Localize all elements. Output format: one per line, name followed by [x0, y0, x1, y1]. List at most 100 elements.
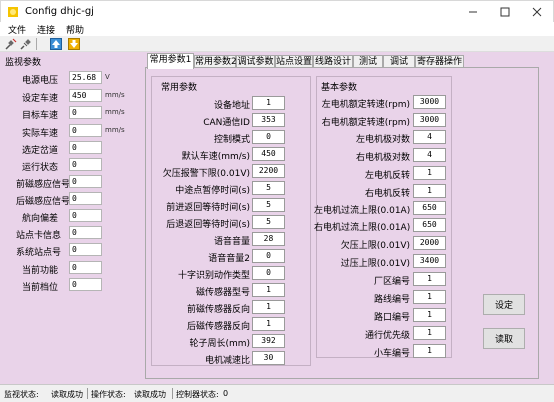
monitor-value-branch: 0	[69, 141, 102, 154]
param-input-voice-volume-2[interactable]: 0	[252, 249, 285, 263]
status-separator	[172, 388, 173, 399]
read-button[interactable]: 读取	[483, 328, 525, 349]
monitor-value-rear-mag: 0	[69, 192, 102, 205]
param-input-gear-ratio[interactable]: 30	[252, 351, 285, 365]
param-input-midpoint-pause[interactable]: 5	[252, 181, 285, 195]
param-label: 右电机过流上限(0.01A)	[314, 223, 411, 233]
minimize-button[interactable]	[457, 1, 489, 23]
param-label: 控制模式	[213, 135, 250, 145]
window-title: Config dhjc-gj	[25, 6, 94, 17]
upload-icon	[50, 38, 62, 50]
param-input-voice-volume[interactable]: 28	[252, 232, 285, 246]
param-input-mag-sensor-model[interactable]: 1	[252, 283, 285, 297]
param-label: 设备地址	[213, 101, 250, 111]
monitor-unit: V	[105, 73, 110, 81]
param-label: CAN通信ID	[203, 118, 250, 128]
monitor-panel-title: 监视参数	[5, 58, 42, 68]
toolbar-separator	[36, 38, 37, 50]
monitor-value-set-speed: 450	[69, 89, 102, 102]
param-label: 右电机额定转速(rpm)	[321, 118, 410, 128]
close-button[interactable]	[521, 1, 553, 23]
plug-connect-icon	[5, 38, 17, 50]
param-label: 语音音量	[213, 237, 250, 247]
monitor-value-run-state: 0	[69, 158, 102, 171]
monitor-value-function: 0	[69, 261, 102, 274]
minimize-icon	[469, 11, 477, 13]
param-label: 右电机极对数	[355, 153, 410, 163]
monitor-label: 电源电压	[22, 76, 59, 86]
param-input-forward-wait[interactable]: 5	[252, 198, 285, 212]
monitor-status-value: 读取成功	[51, 390, 83, 399]
param-input-backward-wait[interactable]: 5	[252, 215, 285, 229]
param-label: 语音音量2	[208, 254, 250, 264]
param-label: 轮子周长(mm)	[189, 339, 250, 349]
basic-params-title: 基本参数	[321, 83, 358, 93]
app-icon	[8, 7, 18, 17]
param-input-rear-mag-reverse[interactable]: 1	[252, 317, 285, 331]
controller-status-label: 控制器状态:	[176, 390, 219, 399]
controller-status-value: 0	[223, 389, 229, 398]
operation-status-value: 读取成功	[134, 390, 166, 399]
monitor-label: 站点卡信息	[16, 231, 62, 241]
param-input-cross-action[interactable]: 0	[252, 266, 285, 280]
monitor-label: 当前档位	[22, 283, 59, 293]
disconnect-button[interactable]	[20, 38, 32, 50]
param-input-left-motor-reverse[interactable]: 1	[413, 166, 446, 180]
monitor-value-station-no: 0	[69, 243, 102, 256]
param-label: 十字识别动作类型	[177, 271, 250, 281]
param-input-control-mode[interactable]: 0	[252, 130, 285, 144]
param-input-left-motor-poles[interactable]: 4	[413, 130, 446, 144]
param-input-right-motor-reverse[interactable]: 1	[413, 184, 446, 198]
monitor-unit: mm/s	[105, 91, 125, 99]
param-label: 过压上限(0.01V)	[340, 259, 410, 269]
param-input-undervolt-limit[interactable]: 2000	[413, 236, 446, 250]
monitor-value-gear: 0	[69, 278, 102, 291]
toolbar	[0, 36, 554, 52]
monitor-unit: mm/s	[105, 108, 125, 116]
param-label: 路线编号	[373, 295, 410, 305]
param-input-route-no[interactable]: 1	[413, 290, 446, 304]
param-input-vehicle-no[interactable]: 1	[413, 344, 446, 358]
param-input-device-address[interactable]: 1	[252, 96, 285, 110]
param-input-left-overcurrent[interactable]: 650	[413, 201, 446, 215]
monitor-label: 实际车速	[22, 129, 59, 139]
param-input-right-overcurrent[interactable]: 650	[413, 218, 446, 232]
tab-common-params-1[interactable]: 常用参数1	[147, 53, 194, 69]
param-label: 通行优先级	[364, 331, 410, 341]
param-input-overvolt-limit[interactable]: 3400	[413, 254, 446, 268]
tab-panel-common-params-1: 常用参数 设备地址 1 CAN通信ID 353 控制模式 0 默认车速(mm/s…	[145, 67, 539, 379]
monitor-label: 系统站点号	[16, 248, 62, 258]
status-bar: 监视状态: 读取成功 操作状态: 读取成功 控制器状态: 0	[0, 384, 554, 402]
param-input-right-motor-poles[interactable]: 4	[413, 148, 446, 162]
param-input-junction-no[interactable]: 1	[413, 308, 446, 322]
main-client-area: 监视参数 电源电压 25.68 V 设定车速 450 mm/s 目标车速 0 m…	[0, 52, 554, 384]
menu-help[interactable]: 帮助	[66, 23, 84, 36]
monitor-label: 运行状态	[22, 163, 59, 173]
download-button[interactable]	[68, 38, 80, 50]
menu-file[interactable]: 文件	[8, 23, 26, 36]
param-input-left-motor-rpm[interactable]: 3000	[413, 95, 446, 109]
param-input-undervolt-alarm[interactable]: 2200	[252, 164, 285, 178]
param-input-default-speed[interactable]: 450	[252, 147, 285, 161]
operation-status-label: 操作状态:	[91, 390, 126, 399]
param-input-wheel-circumference[interactable]: 392	[252, 334, 285, 348]
monitor-label: 选定岔道	[22, 146, 59, 156]
set-button[interactable]: 设定	[483, 294, 525, 315]
param-label: 前磁传感器反向	[186, 305, 250, 315]
monitor-unit: mm/s	[105, 126, 125, 134]
param-label: 左电机反转	[364, 171, 410, 181]
param-input-front-mag-reverse[interactable]: 1	[252, 300, 285, 314]
param-input-plant-no[interactable]: 1	[413, 272, 446, 286]
param-label: 左电机额定转速(rpm)	[321, 100, 410, 110]
status-separator	[87, 388, 88, 399]
upload-button[interactable]	[50, 38, 62, 50]
monitor-status-label: 监视状态:	[4, 390, 39, 399]
param-input-can-id[interactable]: 353	[252, 113, 285, 127]
menu-connect[interactable]: 连接	[37, 23, 55, 36]
monitor-value-front-mag: 0	[69, 175, 102, 188]
monitor-value-target-speed: 0	[69, 106, 102, 119]
param-input-priority[interactable]: 1	[413, 326, 446, 340]
maximize-button[interactable]	[489, 1, 521, 23]
connect-button[interactable]	[5, 38, 17, 50]
param-input-right-motor-rpm[interactable]: 3000	[413, 113, 446, 127]
